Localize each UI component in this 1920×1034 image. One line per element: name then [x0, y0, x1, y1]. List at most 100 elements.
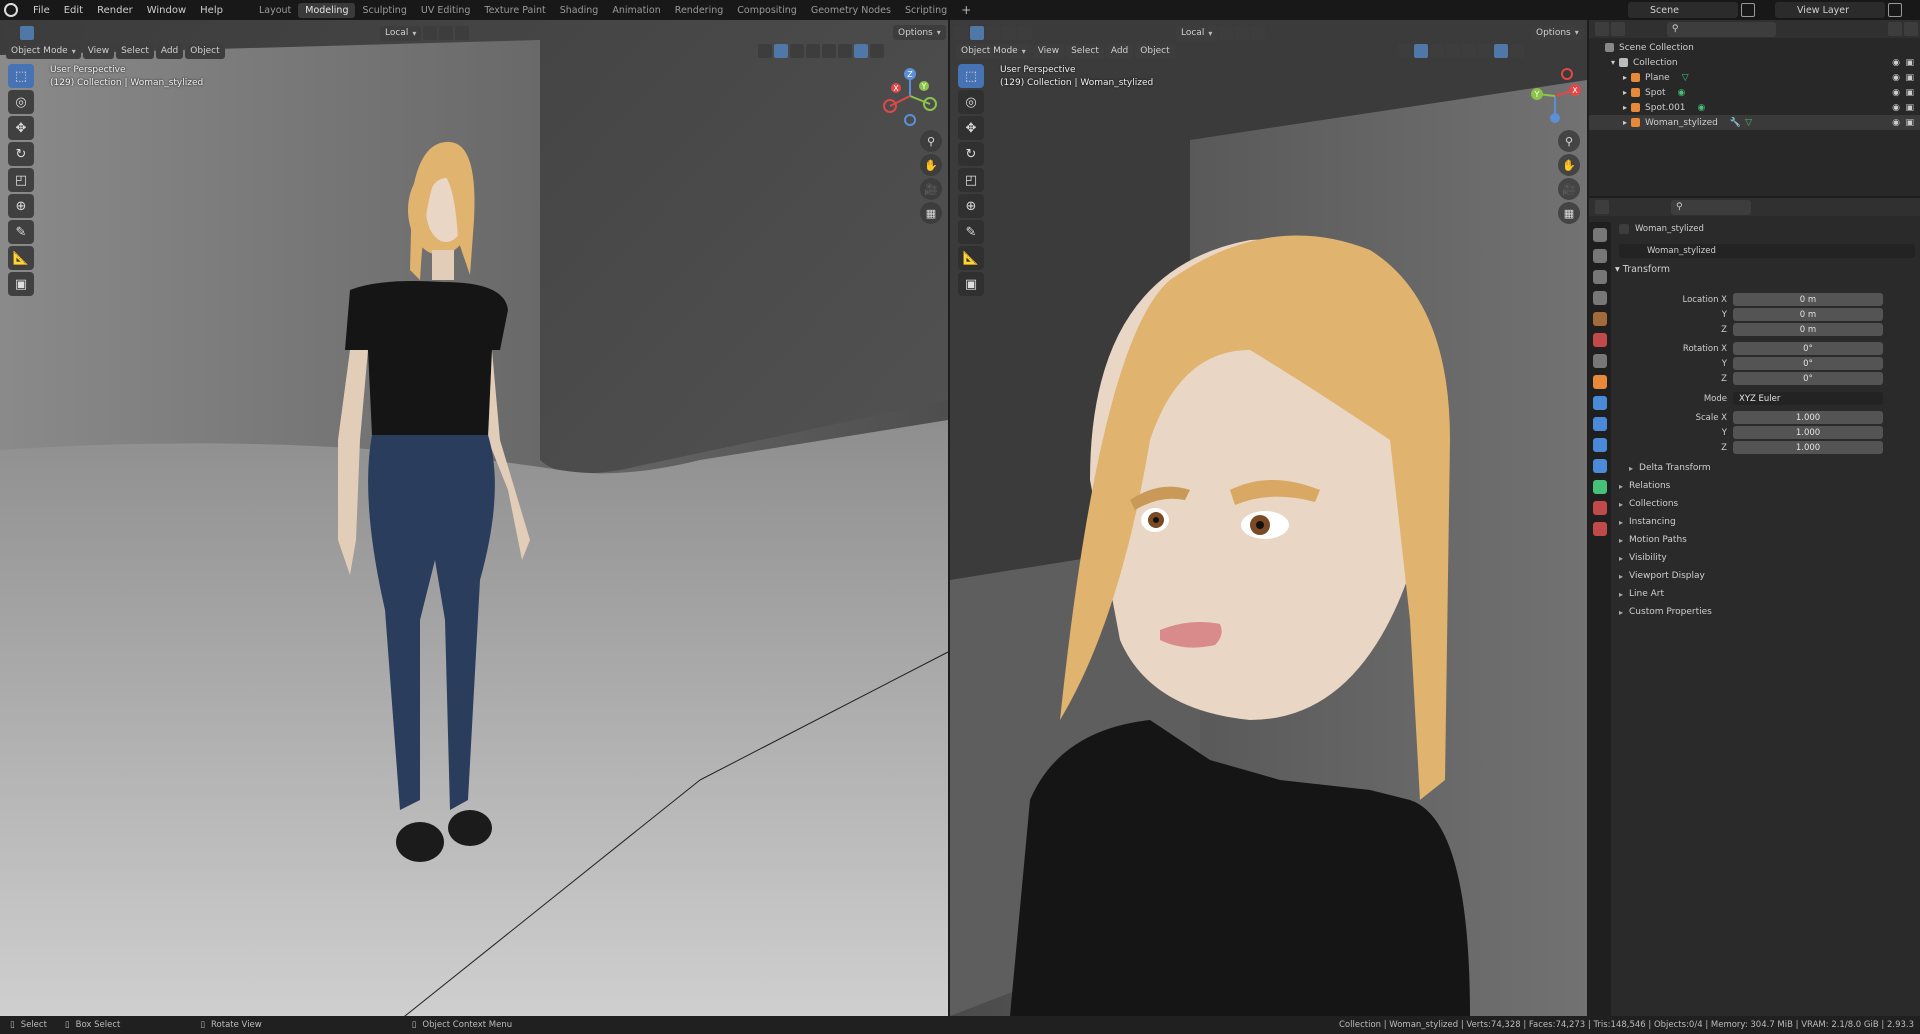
location-x-field[interactable]: 0 m [1733, 293, 1883, 306]
tab-shading[interactable]: Shading [553, 3, 606, 18]
view-layer-selector[interactable]: View Layer [1775, 2, 1885, 18]
camera-view-icon[interactable]: 🎥 [920, 178, 942, 200]
add-workspace-button[interactable]: + [954, 1, 978, 19]
pan-hand-icon[interactable]: ✋ [920, 154, 942, 176]
panel-collections[interactable]: Collections [1615, 496, 1915, 512]
options-dropdown[interactable]: Options [893, 25, 946, 40]
select-mode-icon[interactable] [20, 26, 34, 40]
selection-mode-subtract-icon[interactable] [68, 26, 82, 40]
visibility-icon[interactable] [1398, 44, 1412, 58]
left-3d-viewport[interactable]: Local Options Object Mode View Select Ad… [0, 20, 948, 1016]
material-tab-icon[interactable] [1593, 501, 1607, 515]
outliner-item-woman-stylized[interactable]: ▸ Woman_stylized 🔧 ▽ ◉ ▣ [1589, 115, 1920, 130]
camera-icon[interactable]: ▣ [1905, 118, 1914, 128]
output-tab-icon[interactable] [1593, 270, 1607, 284]
eye-icon[interactable]: ◉ [1892, 58, 1900, 68]
rotation-x-field[interactable]: 0° [1733, 342, 1883, 355]
overlay-toggle-icon[interactable] [1430, 44, 1444, 58]
eye-icon[interactable]: ◉ [1892, 118, 1900, 128]
tab-modeling[interactable]: Modeling [298, 2, 356, 18]
panel-custom-properties[interactable]: Custom Properties [1615, 604, 1915, 620]
menu-view[interactable]: View [82, 43, 115, 59]
ortho-grid-icon[interactable]: ▦ [1558, 202, 1580, 224]
scale-tool-icon[interactable]: ◰ [958, 168, 984, 192]
tab-uv-editing[interactable]: UV Editing [414, 3, 478, 18]
location-y-field[interactable]: 0 m [1733, 308, 1883, 321]
visibility-icon[interactable] [758, 44, 772, 58]
solid-shading-icon[interactable] [838, 44, 852, 58]
delta-transform-subpanel[interactable]: Delta Transform [1625, 460, 1905, 476]
options-dropdown[interactable]: Options [1531, 25, 1584, 40]
ortho-grid-icon[interactable]: ▦ [920, 202, 942, 224]
transform-tool-icon[interactable]: ⊕ [8, 194, 34, 218]
scale-tool-icon[interactable]: ◰ [8, 168, 34, 192]
panel-line-art[interactable]: Line Art [1615, 586, 1915, 602]
transform-tool-icon[interactable]: ⊕ [958, 194, 984, 218]
measure-tool-icon[interactable]: 📐 [958, 246, 984, 270]
editor-type-icon[interactable] [1595, 22, 1609, 36]
tab-layout[interactable]: Layout [252, 3, 298, 18]
outliner-item-spot[interactable]: ▸ Spot ◉ ◉ ▣ [1589, 85, 1920, 100]
tab-texture-paint[interactable]: Texture Paint [477, 3, 552, 18]
outliner-search-input[interactable]: ⚲ [1666, 21, 1777, 37]
new-collection-icon[interactable] [1904, 22, 1918, 36]
properties-search-input[interactable]: ⚲ [1671, 199, 1751, 215]
gizmo-toggle-icon[interactable] [1414, 44, 1428, 58]
panel-relations[interactable]: Relations [1615, 478, 1915, 494]
scale-z-field[interactable]: 1.000 [1733, 441, 1883, 454]
scale-x-field[interactable]: 1.000 [1733, 411, 1883, 424]
selection-mode-extend-icon[interactable] [52, 26, 66, 40]
cursor-tool-icon[interactable]: ◎ [8, 90, 34, 114]
expand-arrow-icon[interactable]: ▸ [1623, 118, 1627, 127]
select-box-tool-icon[interactable]: ⬚ [8, 64, 34, 88]
blender-logo-icon[interactable] [4, 3, 18, 17]
menu-edit[interactable]: Edit [57, 5, 90, 16]
light-data-icon[interactable]: ◉ [1698, 103, 1706, 113]
expand-arrow-icon[interactable]: ▸ [1623, 73, 1627, 82]
new-view-layer-icon[interactable] [1888, 3, 1902, 17]
mesh-data-icon[interactable]: ▽ [1682, 73, 1689, 83]
right-3d-viewport[interactable]: Local Options Object Mode View Select Ad… [950, 20, 1587, 1016]
mode-dropdown[interactable]: Object Mode [956, 43, 1031, 59]
data-tab-icon[interactable] [1593, 480, 1607, 494]
transform-orientation-dropdown[interactable]: Local [1176, 25, 1218, 41]
expand-arrow-icon[interactable]: ▸ [1623, 103, 1627, 112]
pan-hand-icon[interactable]: ✋ [1558, 154, 1580, 176]
select-mode-icon[interactable] [970, 26, 984, 40]
tab-animation[interactable]: Animation [605, 3, 667, 18]
menu-object[interactable]: Object [185, 43, 225, 59]
overlay-toggle-icon[interactable] [790, 44, 804, 58]
snap-icon[interactable] [439, 26, 454, 40]
outliner-collection[interactable]: ▾ Collection ◉ ▣ [1589, 55, 1920, 70]
outliner-item-plane[interactable]: ▸ Plane ▽ ◉ ▣ [1589, 70, 1920, 85]
solid-shading-icon[interactable] [1478, 44, 1492, 58]
measure-tool-icon[interactable]: 📐 [8, 246, 34, 270]
annotate-tool-icon[interactable]: ✎ [8, 220, 34, 244]
scene-selector[interactable]: Scene [1628, 2, 1738, 18]
tool-tab-icon[interactable] [1593, 228, 1607, 242]
menu-window[interactable]: Window [140, 5, 193, 16]
panel-instancing[interactable]: Instancing [1615, 514, 1915, 530]
mesh-data-icon[interactable]: ▽ [1745, 118, 1752, 128]
panel-visibility[interactable]: Visibility [1615, 550, 1915, 566]
rotation-z-field[interactable]: 0° [1733, 372, 1883, 385]
material-shading-icon[interactable] [1494, 44, 1508, 58]
mode-dropdown[interactable]: Object Mode [6, 43, 81, 59]
pivot-icon[interactable] [1219, 26, 1234, 40]
light-data-icon[interactable]: ◉ [1677, 88, 1685, 98]
rotation-y-field[interactable]: 0° [1733, 357, 1883, 370]
camera-icon[interactable]: ▣ [1905, 88, 1914, 98]
move-tool-icon[interactable]: ✥ [958, 116, 984, 140]
tab-geometry-nodes[interactable]: Geometry Nodes [804, 3, 898, 18]
selection-mode-extend-icon[interactable] [1002, 26, 1016, 40]
annotate-tool-icon[interactable]: ✎ [958, 220, 984, 244]
zoom-icon[interactable]: ⚲ [1558, 130, 1580, 152]
camera-view-icon[interactable]: 🎥 [1558, 178, 1580, 200]
editor-type-icon[interactable] [1595, 200, 1609, 214]
snap-icon[interactable] [1235, 26, 1250, 40]
eye-icon[interactable]: ◉ [1892, 103, 1900, 113]
rendered-shading-icon[interactable] [1510, 44, 1524, 58]
selection-mode-subtract-icon[interactable] [1018, 26, 1032, 40]
gizmo-toggle-icon[interactable] [774, 44, 788, 58]
outliner-scene-collection[interactable]: Scene Collection [1589, 40, 1920, 55]
